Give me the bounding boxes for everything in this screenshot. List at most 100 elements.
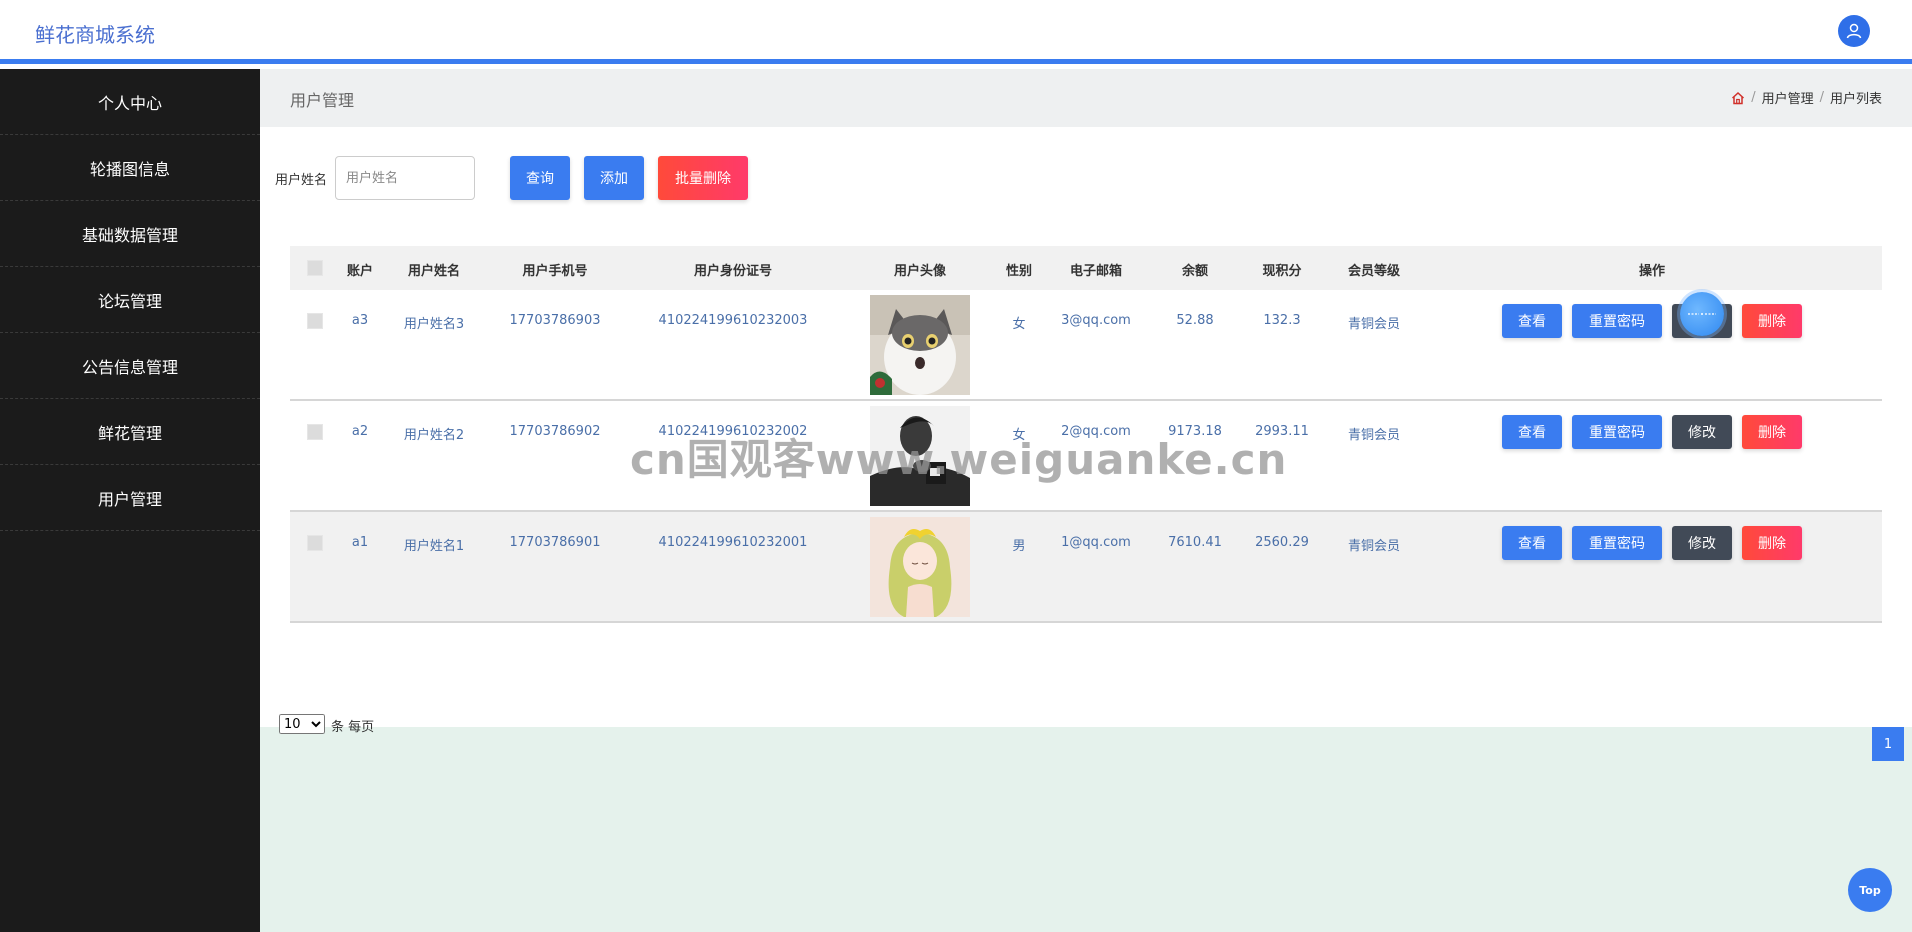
cell-points: 2560.29 (1255, 535, 1309, 550)
cell-points: 132.3 (1263, 313, 1301, 328)
cell-phone: 17703786901 (509, 535, 601, 550)
cell-email: 2@qq.com (1061, 424, 1131, 439)
dash-icon (1688, 313, 1716, 315)
avatar-image-cat (870, 295, 970, 395)
cell-account: a2 (351, 424, 369, 439)
header-id-card: 用户身份证号 (693, 264, 773, 279)
cell-balance: 9173.18 (1168, 424, 1222, 439)
user-avatar-button[interactable] (1838, 15, 1870, 47)
sidebar-item-label: 轮播图信息 (89, 159, 170, 179)
cell-level: 青铜会员 (1347, 539, 1401, 554)
view-button[interactable]: 查看 (1502, 415, 1562, 449)
cell-phone: 17703786902 (509, 424, 601, 439)
cell-name: 用户姓名2 (403, 428, 465, 443)
page-size-select[interactable]: 10 (279, 714, 325, 734)
title-bar: 用户管理 / 用户管理 / 用户列表 (260, 69, 1912, 127)
cell-gender: 女 (1012, 428, 1026, 443)
sidebar-item-personal-center[interactable]: 个人中心 (0, 69, 260, 135)
cell-name: 用户姓名3 (403, 317, 465, 332)
header-email: 电子邮箱 (1069, 264, 1123, 279)
app-title: 鲜花商城系统 (35, 23, 155, 47)
header-avatar: 用户头像 (893, 264, 947, 279)
header-name: 用户姓名 (407, 264, 461, 279)
header-balance: 余额 (1181, 264, 1209, 279)
sidebar-item-forum[interactable]: 论坛管理 (0, 267, 260, 333)
sidebar-item-label: 论坛管理 (97, 291, 162, 311)
sidebar-item-label: 鲜花管理 (97, 423, 162, 443)
back-to-top-button[interactable]: Top (1848, 868, 1892, 912)
sidebar-item-announcements[interactable]: 公告信息管理 (0, 333, 260, 399)
page-title: 用户管理 (290, 91, 355, 110)
delete-button[interactable]: 删除 (1742, 415, 1802, 449)
header-phone: 用户手机号 (522, 264, 588, 279)
sidebar-item-label: 个人中心 (97, 93, 162, 113)
search-input[interactable] (335, 156, 475, 200)
cell-name: 用户姓名1 (403, 539, 465, 554)
view-button[interactable]: 查看 (1502, 304, 1562, 338)
home-icon[interactable] (1731, 91, 1745, 105)
sidebar-item-label: 用户管理 (97, 489, 162, 509)
cell-level: 青铜会员 (1347, 428, 1401, 443)
sidebar-item-flowers[interactable]: 鲜花管理 (0, 399, 260, 465)
cell-id-card: 410224199610232003 (658, 313, 808, 328)
sidebar-item-label: 基础数据管理 (81, 225, 178, 245)
reset-password-button[interactable]: 重置密码 (1572, 415, 1662, 449)
breadcrumb-section[interactable]: 用户管理 (1762, 88, 1814, 107)
sidebar-item-label: 公告信息管理 (81, 357, 178, 377)
table-row: a1 用户姓名1 17703786901 410224199610232001 … (290, 512, 1882, 623)
header-gender: 性别 (1005, 264, 1033, 279)
select-all-checkbox[interactable] (307, 260, 323, 276)
breadcrumb: / 用户管理 / 用户列表 (1731, 88, 1882, 107)
cell-email: 1@qq.com (1061, 535, 1131, 550)
search-label: 用户姓名 (275, 173, 328, 188)
delete-button[interactable]: 删除 (1742, 304, 1802, 338)
row-checkbox[interactable] (307, 535, 323, 551)
cell-email: 3@qq.com (1061, 313, 1131, 328)
query-button[interactable]: 查询 (510, 156, 570, 200)
view-button[interactable]: 查看 (1502, 526, 1562, 560)
sidebar: 个人中心 轮播图信息 基础数据管理 论坛管理 公告信息管理 鲜花管理 用户管理 (0, 69, 260, 932)
breadcrumb-current: 用户列表 (1829, 92, 1882, 107)
top-header: 鲜花商城系统 (0, 0, 1912, 64)
cell-gender: 女 (1012, 317, 1026, 332)
row-checkbox[interactable] (307, 424, 323, 440)
avatar-image-man (870, 406, 970, 506)
header-account: 账户 (346, 264, 374, 279)
header-actions: 操作 (1638, 264, 1666, 279)
batch-delete-button[interactable]: 批量删除 (658, 156, 748, 200)
reset-password-button[interactable]: 重置密码 (1572, 304, 1662, 338)
breadcrumb-separator: / (1751, 90, 1756, 105)
cell-account: a1 (351, 535, 369, 550)
cell-balance: 7610.41 (1168, 535, 1222, 550)
cell-id-card: 410224199610232001 (658, 535, 808, 550)
add-button[interactable]: 添加 (584, 156, 644, 200)
user-table: 账户 用户姓名 用户手机号 用户身份证号 用户头像 性别 电子邮箱 余额 现积分… (290, 246, 1882, 623)
header-level: 会员等级 (1347, 264, 1401, 279)
breadcrumb-separator: / (1819, 90, 1824, 105)
delete-button[interactable]: 删除 (1742, 526, 1802, 560)
avatar-image-anime-girl (870, 517, 970, 617)
edit-button[interactable]: 修改 (1672, 415, 1732, 449)
cell-gender: 男 (1012, 539, 1026, 554)
reset-password-button[interactable]: 重置密码 (1572, 526, 1662, 560)
main-area: 用户管理 / 用户管理 / 用户列表 用户姓名 查询 添加 批量删除 账户 用户… (260, 69, 1912, 932)
page-number-button[interactable]: 1 (1872, 727, 1904, 761)
cell-level: 青铜会员 (1347, 317, 1401, 332)
user-icon (1846, 23, 1862, 39)
sidebar-item-basic-data[interactable]: 基础数据管理 (0, 201, 260, 267)
table-header: 账户 用户姓名 用户手机号 用户身份证号 用户头像 性别 电子邮箱 余额 现积分… (290, 246, 1882, 290)
row-checkbox[interactable] (307, 313, 323, 329)
floating-ball[interactable] (1680, 292, 1724, 336)
sidebar-item-users[interactable]: 用户管理 (0, 465, 260, 531)
per-page-label: 条 每页 (331, 720, 375, 735)
sidebar-item-carousel[interactable]: 轮播图信息 (0, 135, 260, 201)
edit-button[interactable]: 修改 (1672, 526, 1732, 560)
content-panel: 用户姓名 查询 添加 批量删除 账户 用户姓名 用户手机号 用户身份证号 用户头… (260, 127, 1912, 761)
cell-points: 2993.11 (1255, 424, 1309, 439)
table-row: a2 用户姓名2 17703786902 410224199610232002 (290, 401, 1882, 512)
table-row: a3 用户姓名3 17703786903 410224199610232003 (290, 290, 1882, 401)
cell-id-card: 410224199610232002 (658, 424, 808, 439)
cell-phone: 17703786903 (509, 313, 601, 328)
cell-account: a3 (351, 313, 369, 328)
cell-balance: 52.88 (1176, 313, 1214, 328)
